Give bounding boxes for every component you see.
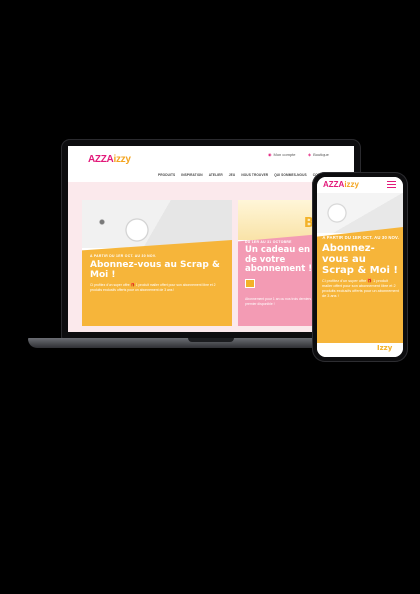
nav-item-atelier[interactable]: ATELIER [209,173,223,177]
nav-item-produits[interactable]: PRODUITS [158,173,175,177]
cart-icon: ◈ [308,152,312,157]
phone-screen: AZZAizzy A PARTIR DU 1ER OCT. AU 30 NOV.… [317,177,403,357]
hamburger-menu-icon[interactable] [387,181,396,188]
user-icon: ◉ [268,152,272,157]
logo-part-azza: AZZA [323,180,345,189]
nav-item-inspiration[interactable]: INSPIRATION [181,173,202,177]
promo-description: Ci profitez d'un super offre 🎁 1 produit… [322,278,399,299]
shop-label: Boutique [313,152,329,157]
promo-description: Ci profitez d'un super offre 🎁 1 produit… [90,283,216,292]
promo-date: A PARTIR DU 1ER OCT. AU 30 NOV. [322,235,399,240]
mobile-bottom-strip: Izzy [317,343,403,357]
mobile-header: AZZAizzy [317,177,403,193]
promo-text: A PARTIR DU 1ER OCT. AU 30 NOV. Abonnez-… [90,254,224,293]
site-logo[interactable]: AZZAizzy [88,154,131,165]
promo-image-scrap [317,193,403,233]
main-nav: PRODUITS INSPIRATION ATELIER JEU NOUS TR… [158,173,329,177]
logo-part-izzy: izzy [344,180,359,189]
promo-image-scrap [82,200,232,248]
promo-title: Abonnez-vous au Scrap & Moi ! [322,242,398,276]
gift-icon [245,278,255,288]
site-header: AZZAizzy ◉ Mon compte ◈ Boutique PRODUITS … [68,146,354,182]
promo-card-subscription[interactable]: A PARTIR DU 1ER OCT. AU 30 NOV. Abonnez-… [82,200,232,326]
logo-part-izzy: izzy [113,154,131,165]
account-link[interactable]: ◉ Mon compte [268,152,296,157]
promo-text: A PARTIR DU 1ER OCT. AU 30 NOV. Abonnez-… [322,235,399,299]
laptop-notch [188,338,234,342]
promo-title: Abonnez-vous au Scrap & Moi ! [90,260,220,280]
nav-item-jeu[interactable]: JEU [229,173,236,177]
shop-link[interactable]: ◈ Boutique [308,152,329,157]
account-label: Mon compte [273,152,296,157]
promo-date: A PARTIR DU 1ER OCT. AU 30 NOV. [90,254,157,258]
site-logo[interactable]: AZZAizzy [323,180,359,189]
nav-item-nous-trouver[interactable]: NOUS TROUVER [241,173,268,177]
device-mockup: AZZAizzy ◉ Mon compte ◈ Boutique PRODUITS … [0,0,420,594]
bottom-brand-text: Izzy [377,344,393,352]
nav-item-qui-sommes-nous[interactable]: QUI SOMMES-NOUS [274,173,307,177]
logo-part-azza: AZZA [88,154,114,165]
